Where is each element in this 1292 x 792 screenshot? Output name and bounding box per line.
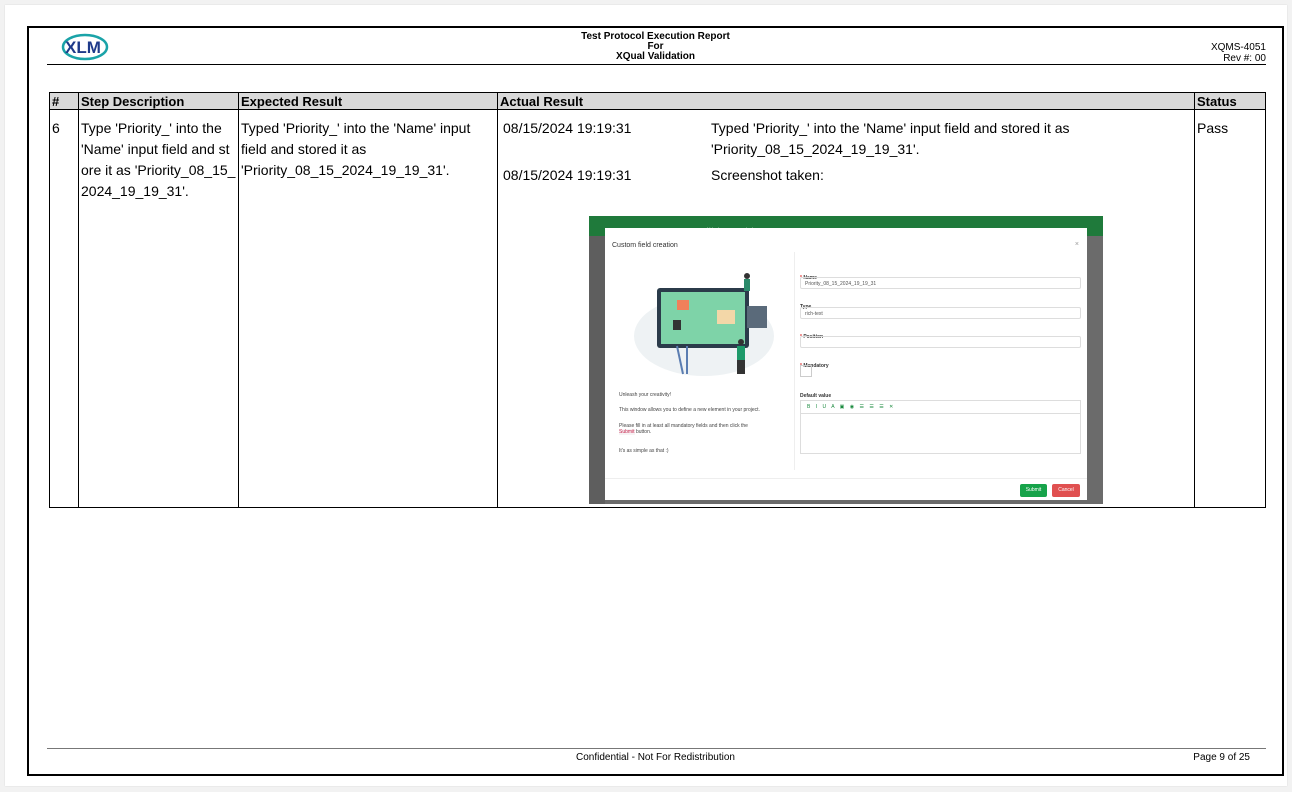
report-page: XLM Test Protocol Execution Report For X… — [27, 26, 1284, 776]
position-field[interactable] — [800, 336, 1081, 348]
doc-number: XQMS-4051 — [1210, 42, 1266, 53]
creativity-illustration — [634, 273, 774, 376]
hint-text: button. — [635, 429, 652, 435]
log-timestamp: 08/15/2024 19:19:31 — [503, 167, 632, 183]
col-header-status: Status — [1194, 92, 1266, 110]
hint-line: Unleash your creativity! — [619, 392, 671, 398]
hint-line: It's as simple as that :) — [619, 448, 669, 454]
hint-submit-code: Submit — [619, 429, 635, 435]
col-header-expected: Expected Result — [238, 92, 498, 110]
name-field[interactable]: Priority_08_15_2024_19_19_31 — [800, 277, 1081, 289]
modal-footer-divider — [605, 478, 1087, 479]
doc-revision: Rev #: 00 — [1223, 53, 1266, 64]
app-sidebar — [589, 236, 605, 504]
footer-divider — [47, 748, 1266, 749]
page: XLM Test Protocol Execution Report For X… — [5, 5, 1287, 786]
hint-line: Please fill in at least all mandatory fi… — [619, 423, 789, 435]
expected-result: Typed 'Priority_' into the 'Name' input … — [238, 109, 498, 508]
step-status: Pass — [1194, 109, 1266, 508]
table-row: 6 Type 'Priority_' into the 'Name' input… — [49, 109, 1266, 508]
hint-line: This window allows you to define a new e… — [619, 407, 760, 413]
embedded-screenshot: Workspace: admin Custom field creation × — [589, 216, 1103, 504]
report-title: Test Protocol Execution Report For XQual… — [29, 32, 1282, 62]
type-select[interactable]: rich-text — [800, 307, 1081, 319]
title-line-3: XQual Validation — [616, 51, 695, 62]
log-timestamp: 08/15/2024 19:19:31 — [503, 120, 632, 136]
table-header-row: # Step Description Expected Result Actua… — [49, 92, 1266, 110]
modal-divider — [794, 252, 795, 470]
step-description: Type 'Priority_' into the 'Name' input f… — [78, 109, 239, 508]
page-number: Page 9 of 25 — [1193, 752, 1250, 763]
close-icon[interactable]: × — [1075, 234, 1079, 255]
mandatory-checkbox[interactable] — [800, 365, 812, 377]
log-message: Screenshot taken: — [711, 167, 824, 183]
cancel-button[interactable]: Cancel — [1052, 484, 1080, 497]
step-number: 6 — [49, 109, 79, 508]
col-header-actual: Actual Result — [497, 92, 1195, 110]
rich-text-toolbar[interactable]: B I U A ▣ ◉ ☰ ☰ ☰ ✕ — [800, 400, 1081, 414]
submit-button[interactable]: Submit — [1020, 484, 1047, 497]
modal-title: Custom field creation — [612, 242, 678, 249]
col-header-step: Step Description — [78, 92, 239, 110]
actual-result: 08/15/2024 19:19:31 Typed 'Priority_' in… — [497, 109, 1195, 508]
log-message: Typed 'Priority_' into the 'Name' input … — [711, 120, 1070, 157]
confidential-notice: Confidential - Not For Redistribution — [576, 752, 735, 763]
steps-table: # Step Description Expected Result Actua… — [49, 92, 1266, 508]
doc-identifier: XQMS-4051 Rev #: 00 — [1211, 42, 1266, 64]
col-header-number: # — [49, 92, 79, 110]
default-value-editor[interactable] — [800, 414, 1081, 454]
header-divider — [47, 64, 1266, 65]
custom-field-modal: Custom field creation × Unleash your cre… — [605, 228, 1087, 500]
